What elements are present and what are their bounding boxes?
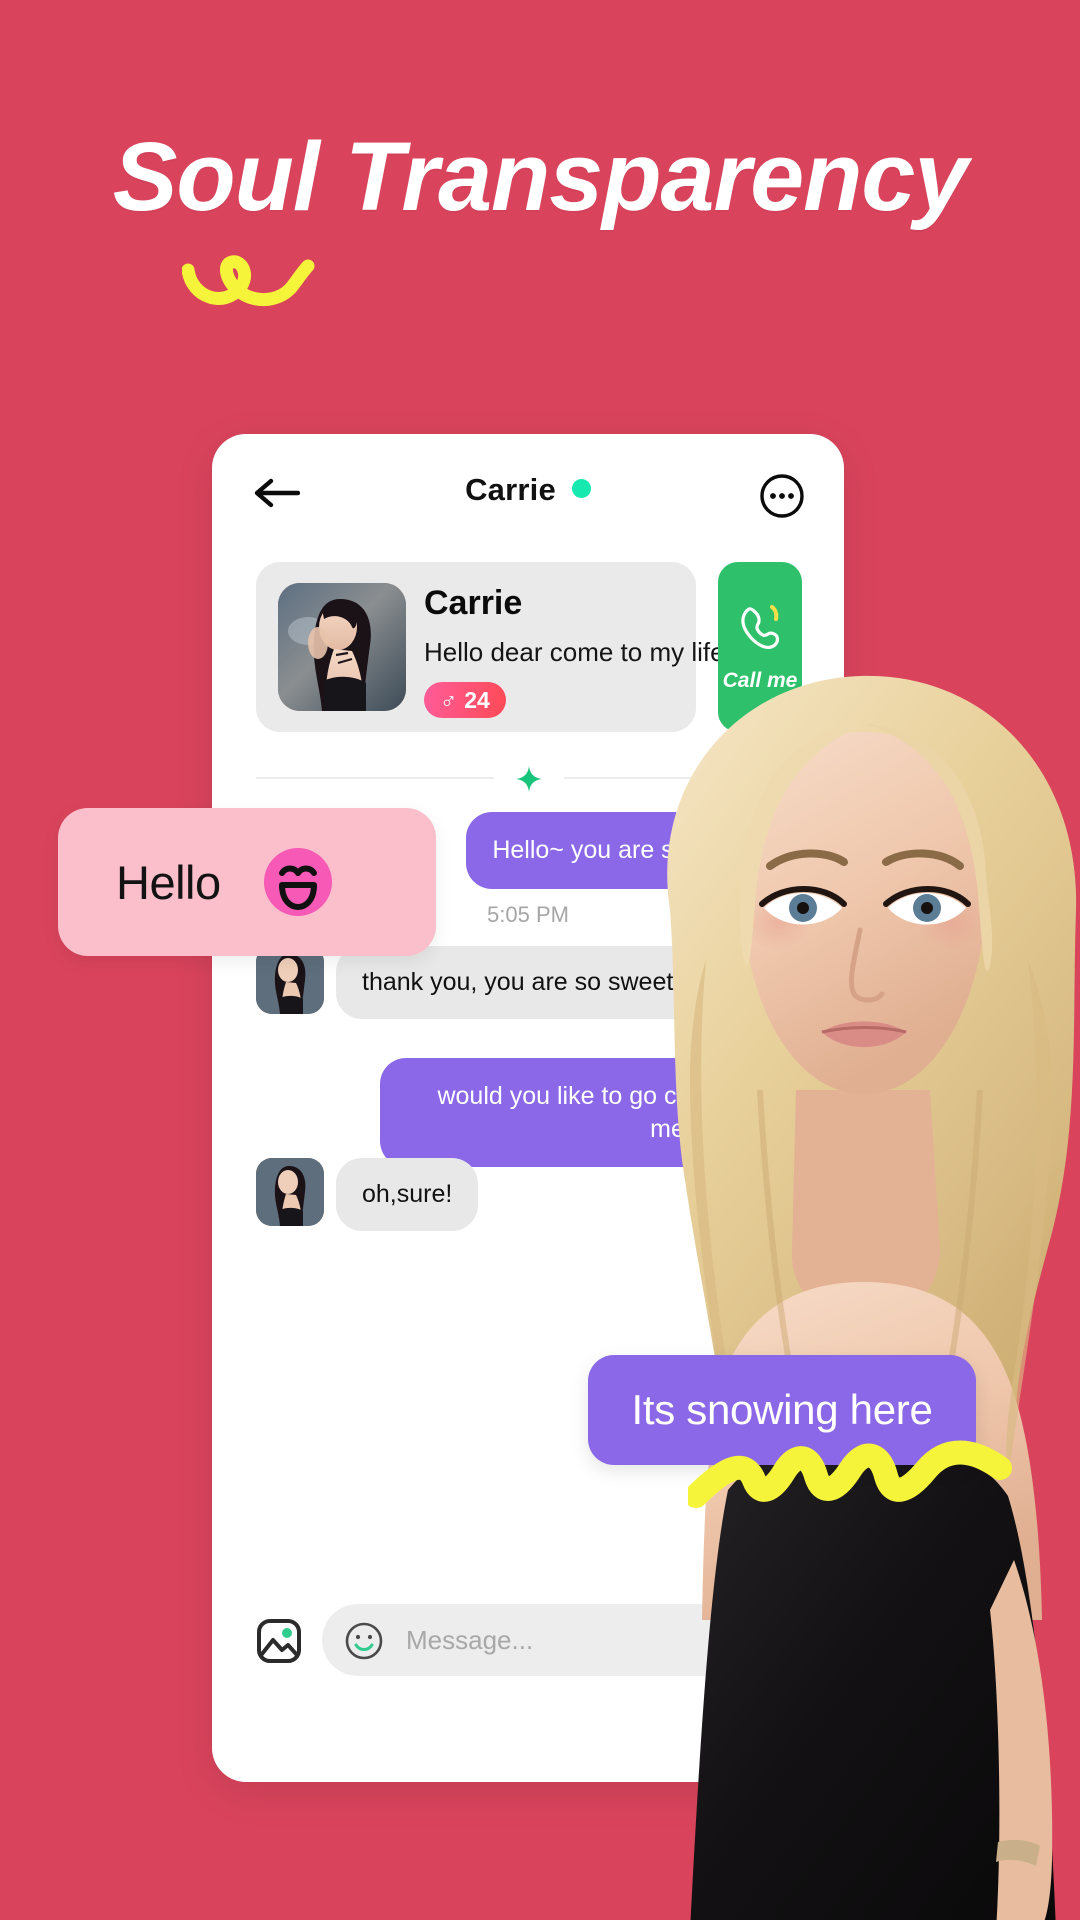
chat-bubble-incoming[interactable]: thank you, you are so sweet~ [336,946,714,1019]
phone-call-icon [741,605,779,649]
call-me-button[interactable]: Call me [718,562,802,732]
chat-title-text: Carrie [465,472,556,507]
chat-header: Carrie [212,434,844,544]
status-badge: ♂ 24 [424,682,506,718]
profile-card[interactable]: Carrie Hello dear come to my life. ♂ 24 [256,562,732,732]
chat-bubble-outgoing[interactable]: would you like to go cinema with me tomo… [380,1058,822,1167]
gender-icon: ♂ [440,686,458,713]
chat-app-card: Carrie Carrie Hello dear come to my life… [212,434,844,1782]
more-options-icon[interactable] [758,472,806,520]
chat-bubble-outgoing[interactable]: Hello~ you are so beautiful! [466,812,822,889]
grinning-face-emoji-icon [263,848,332,916]
yellow-swoosh-underline-icon [182,255,315,307]
divider-line-left [256,777,494,779]
message-input-bar: Message... [212,1594,844,1686]
chat-bubble-incoming[interactable]: oh,sure! [336,1158,479,1231]
callout-hello: Hello [58,808,436,956]
message-avatar[interactable] [256,1158,324,1226]
sparkle-icon [516,766,542,792]
callout-hello-text: Hello [116,855,221,909]
message-input-field[interactable]: Message... [322,1604,820,1676]
call-me-label: Call me [722,669,798,692]
headline-word-2: Transparency [344,122,968,231]
poster-stage: Soul Transparency Carrie Carrie Hello de… [0,0,1080,1920]
online-dot-icon [571,479,591,498]
emoji-picker-icon[interactable] [344,1621,384,1661]
yellow-scribble-underline-icon [688,1440,1012,1508]
message-avatar[interactable] [256,946,324,1014]
age-value: 24 [464,686,490,713]
profile-name: Carrie [424,584,523,622]
divider-line-right [564,777,802,779]
image-picker-icon[interactable] [256,1618,302,1664]
message-input-placeholder: Message... [406,1625,534,1655]
avatar[interactable] [278,583,406,711]
headline-word-1: Soul [112,122,320,231]
profile-tagline: Hello dear come to my life. [424,637,732,667]
page-title: Soul Transparency [0,128,1080,225]
chat-divider [256,766,802,792]
profile-summary-row: Carrie Hello dear come to my life. ♂ 24 … [256,562,802,732]
chat-title: Carrie [212,472,844,508]
